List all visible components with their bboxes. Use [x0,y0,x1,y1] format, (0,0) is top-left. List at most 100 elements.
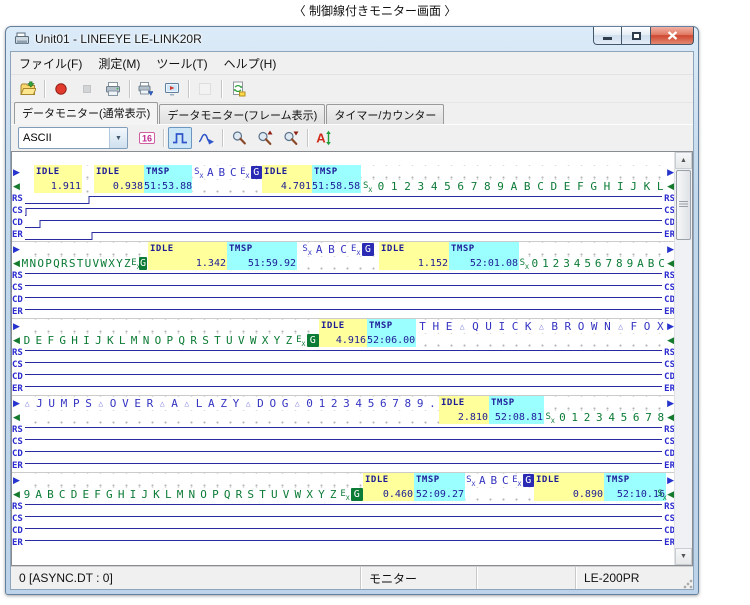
menu-tools[interactable]: ツール(T) [148,52,215,75]
start-monitor-button[interactable] [48,77,74,101]
signal-row-cd: CDCD [12,217,675,229]
toolbar-separator [129,80,130,98]
signal-wave-rs [12,424,675,436]
magnifier-icon [231,130,247,146]
signal-row-er: ERER [12,460,675,472]
resize-grip[interactable] [683,579,693,589]
idle-block: IDLE0.460 [363,473,414,501]
wave-monitor-button[interactable] [194,127,218,149]
folder-open-icon [20,81,36,97]
control-char-sx: SX [301,243,313,256]
bcc-char: G [362,243,374,256]
idle-label: IDLE [439,396,489,411]
signal-wave-rs [12,270,675,282]
zoom-button[interactable] [227,127,251,149]
sd-data-text: SXABCEXG [193,166,262,179]
magnifier-down-icon [283,130,299,146]
tmsp-block: TMSP51:53.88 [144,165,192,193]
scroll-down-button[interactable]: ▼ [675,548,692,565]
stop-monitor-button[interactable] [74,77,100,101]
tmsp-value: 52:09.27 [414,488,465,501]
signal-row-rs: RSRS [12,424,675,436]
monitor-area[interactable]: ▶▶◀◀IDLE1.911IDLE0.938TMSP51:53.88IDLE4.… [11,151,693,566]
vertical-scrollbar[interactable]: ▲ ▼ [674,152,692,565]
open-file-button[interactable] [15,77,41,101]
tmsp-label: TMSP [489,396,544,411]
toolbar-separator [188,80,189,98]
tmsp-block: TMSP52:08.81 [489,396,544,424]
tab-timer-counter[interactable]: タイマー/カウンター [326,104,444,124]
toolbar-separator [222,129,223,147]
scroll-thumb[interactable] [676,170,691,240]
signal-row-cs: CSCS [12,205,675,217]
control-char-sx: SX [361,180,374,193]
signal-wave-cs [12,513,675,525]
tmsp-label: TMSP [227,242,297,257]
monitor-content: ▶▶◀◀IDLE1.911IDLE0.938TMSP51:53.88IDLE4.… [12,152,675,565]
sd-right-direction-icon: ▶ [13,319,20,333]
idle-value: 1.342 [148,257,227,270]
menu-measure[interactable]: 測定(M) [90,52,148,75]
monitor-block: ▶▶◀◀IDLE0.460TMSP52:09.27IDLE0.890TMSP52… [12,472,675,549]
sd-right-direction-icon: ▶ [13,242,20,256]
code-select[interactable]: ASCII ▼ [18,127,128,149]
titlebar[interactable]: Unit01 - LINEEYE LE-LINK20R [6,27,698,50]
tab-data-monitor-normal[interactable]: データモニター(通常表示) [14,102,158,124]
signal-wave-er [12,537,675,549]
menu-file[interactable]: ファイル(F) [11,52,90,75]
scroll-up-button[interactable]: ▲ [675,152,692,169]
app-window: Unit01 - LINEEYE LE-LINK20R ファイル(F) 測定(M… [5,26,699,595]
sd-right-direction-icon: ▶ [667,319,674,333]
idle-block: IDLE1.911 [34,165,82,193]
rd-data-text: SX012345678 [544,411,667,424]
tmsp-block: TMSP51:59.92 [227,242,297,270]
idle-block: IDLE0.938 [94,165,144,193]
tmsp-label: TMSP [312,165,361,180]
signal-row-er: ERER [12,229,675,241]
status-extra [477,567,576,589]
menu-help[interactable]: ヘルプ(H) [216,52,285,75]
auto-backup-button[interactable] [133,77,159,101]
rd-left-direction-icon: ◀ [667,410,674,424]
font-size-button[interactable]: A [312,127,336,149]
latest-data-display-button[interactable] [159,77,185,101]
app-icon [14,31,30,47]
idle-label: IDLE [534,473,604,488]
minimize-button[interactable] [593,27,622,45]
print-button[interactable] [100,77,126,101]
close-button[interactable] [651,27,694,45]
idle-block: IDLE4.916 [319,319,367,347]
idle-label: IDLE [319,319,367,334]
maximize-button[interactable] [622,27,651,45]
tmsp-label: TMSP [414,473,465,488]
window-title: Unit01 - LINEEYE LE-LINK20R [35,32,202,46]
zoom-in-button[interactable] [253,127,277,149]
data-convert-button[interactable] [225,77,251,101]
toolbar-separator [44,80,45,98]
rd-left-direction-icon: ◀ [667,333,674,347]
tmsp-block: TMSP52:01.08 [449,242,519,270]
hex-display-button[interactable]: 16 [135,127,159,149]
page-caption: 〈 制御線付きモニター画面 〉 [0,2,750,19]
signal-row-cs: CSCS [12,513,675,525]
tmsp-label: TMSP [144,165,192,180]
idle-value: 4.701 [262,180,312,193]
monitor-block: ▶▶◀◀IDLE1.911IDLE0.938TMSP51:53.88IDLE4.… [12,165,675,241]
signal-wave-cs [12,436,675,448]
chevron-down-icon[interactable]: ▼ [109,128,127,148]
signal-row-cd: CDCD [12,294,675,306]
toolbar-separator [221,80,222,98]
control-line-display-button[interactable] [168,127,192,149]
sd-right-direction-icon: ▶ [13,165,20,179]
tmsp-value: 51:59.92 [227,257,297,270]
pause-display-button[interactable] [192,77,218,101]
rd-data-text: SX0123456789ABC [519,257,667,270]
idle-value: 0.890 [534,488,604,501]
status-device: LE-200PR [576,567,693,589]
tab-data-monitor-frame[interactable]: データモニター(フレーム表示) [159,104,325,124]
idle-label: IDLE [148,242,227,257]
signal-wave-cd [12,525,675,537]
zoom-out-button[interactable] [279,127,303,149]
status-position: 0 [ASYNC.DT : 0] [11,567,361,589]
control-char-sx: SX [519,257,530,270]
